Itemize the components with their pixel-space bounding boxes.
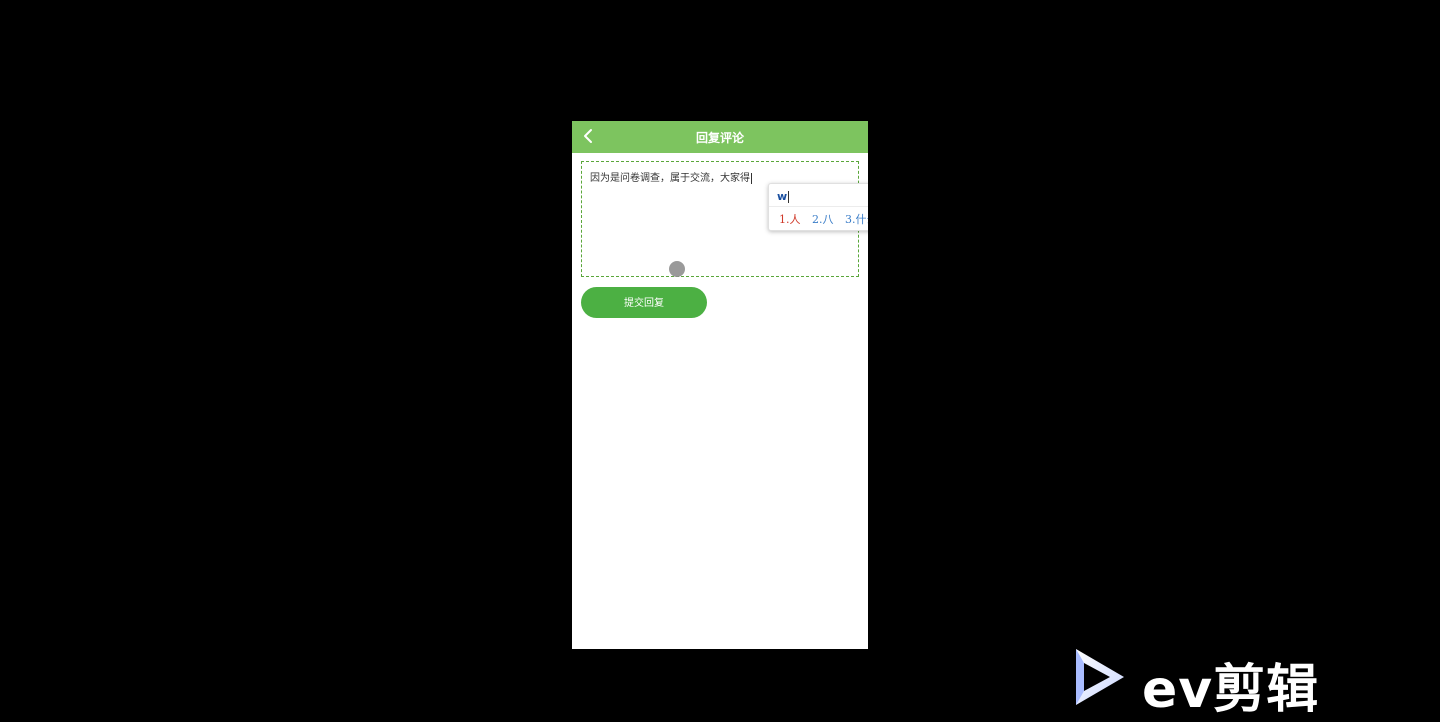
ime-candidate[interactable]: 2.八 — [812, 213, 834, 226]
ime-candidate[interactable]: 3.什么 — [845, 213, 868, 226]
ime-candidate[interactable]: 1.人 — [779, 213, 801, 226]
ime-input-text: w — [777, 190, 788, 203]
text-caret — [751, 172, 752, 184]
ime-candidate-list: 1.人 2.八 3.什么 — [779, 211, 868, 227]
watermark-text: ev剪辑 — [1142, 660, 1320, 720]
ime-composition: w — [777, 190, 790, 203]
submit-reply-button[interactable]: 提交回复 — [581, 287, 707, 318]
play-logo-icon — [1076, 649, 1124, 705]
ime-caret — [788, 191, 790, 203]
touch-indicator — [669, 261, 685, 277]
ev-editor-watermark: ev剪辑 — [1070, 645, 1340, 720]
reply-text: 因为是问卷调查，属于交流，大家得 — [590, 173, 750, 184]
ime-divider — [769, 206, 868, 207]
top-nav-bar: 回复评论 — [572, 121, 868, 153]
page-title: 回复评论 — [695, 131, 744, 145]
phone-screen: 回复评论 因为是问卷调查，属于交流，大家得 w 1.人 2.八 3.什么 提交回… — [572, 121, 868, 649]
reply-text-wrap: 因为是问卷调查，属于交流，大家得 — [590, 169, 752, 184]
ime-candidate-popup: w 1.人 2.八 3.什么 — [768, 183, 868, 231]
